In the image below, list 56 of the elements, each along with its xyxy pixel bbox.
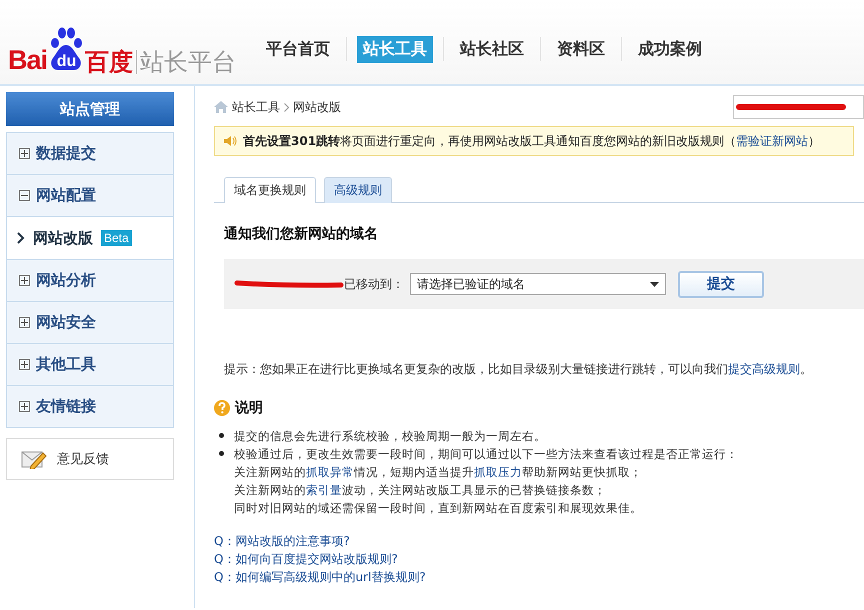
explanation-text: 提交的信息会先进行系统校验，校验周期一般为一周左右。 bbox=[234, 428, 546, 445]
beta-badge: Beta bbox=[101, 230, 132, 246]
chevron-icon bbox=[284, 102, 289, 112]
help-icon bbox=[214, 400, 230, 416]
breadcrumb-link[interactable]: 站长工具 bbox=[232, 98, 280, 116]
home-icon bbox=[214, 101, 228, 113]
expand-icon bbox=[19, 359, 30, 370]
logo-text: 百度 bbox=[85, 50, 134, 74]
explanation-text: 校验通过后，更改生效需要一段时间，期间可以通过以下一些方法来查看该过程是否正常运行： bbox=[234, 446, 738, 463]
verify-link[interactable]: 需验证新网站 bbox=[736, 134, 808, 148]
nav-tab[interactable]: 资料区 bbox=[551, 36, 612, 62]
moved-label: 已移动到： bbox=[344, 276, 404, 292]
section-title: 说明 bbox=[235, 399, 263, 417]
submit-button[interactable]: 提交 bbox=[678, 270, 764, 298]
speaker-icon bbox=[223, 135, 237, 147]
feedback-link[interactable]: 意见反馈 bbox=[6, 438, 174, 480]
domain-select[interactable]: 请选择已验证的域名 bbox=[410, 273, 666, 295]
sidebar-item[interactable]: 数据提交 bbox=[7, 132, 173, 174]
bullet-icon bbox=[219, 451, 224, 456]
sidebar-item[interactable]: 友情链接 bbox=[7, 385, 173, 427]
logo-text: Bai bbox=[8, 47, 48, 74]
dropdown-arrow-icon bbox=[650, 282, 659, 286]
expand-icon bbox=[19, 148, 30, 159]
sidebar-item[interactable]: 网站安全 bbox=[7, 301, 173, 343]
nav-tab[interactable]: 成功案例 bbox=[632, 36, 708, 62]
breadcrumb-link[interactable]: 网站改版 bbox=[293, 98, 341, 116]
nav-tab[interactable]: 站长社区 bbox=[454, 36, 530, 62]
tip-text: 提示：您如果正在进行比更换域名更复杂的改版，比如目录级别大量链接进行跳转，可以向我们提交高级规则。 bbox=[224, 361, 813, 378]
rule-tab[interactable]: 域名更换规则 bbox=[224, 177, 316, 203]
explanation-text: 关注新网站的索引量波动，关注网站改版工具显示的已替换链接条数； bbox=[234, 482, 607, 499]
rule-tab[interactable]: 高级规则 bbox=[324, 177, 392, 203]
sidebar-item[interactable]: 网站分析 bbox=[7, 259, 173, 301]
explanation-text: 同时对旧网站的域还需保留一段时间，直到新网站在百度索引和展现效果佳。 bbox=[234, 500, 643, 517]
faq-link[interactable]: Q：网站改版的注意事项? bbox=[214, 533, 350, 550]
site-field[interactable] bbox=[733, 95, 864, 119]
explanation-text: 关注新网站的抓取异常情况，短期内适当提升抓取压力 帮助新网站更快抓取； bbox=[234, 464, 643, 481]
form-heading: 通知我们您新网站的域名 bbox=[224, 225, 379, 243]
expand-icon bbox=[19, 275, 30, 286]
notice-text: 首先设置301跳转将页面进行重定向，再使用网站改版工具通知百度您网站的新旧改版规则（需验证新网站） bbox=[243, 132, 820, 150]
product-title: 站长平台 bbox=[136, 50, 236, 74]
envelope-pencil-icon bbox=[21, 449, 47, 469]
sidebar-item[interactable]: 网站配置 bbox=[7, 174, 173, 216]
sidebar-item[interactable]: 其他工具 bbox=[7, 343, 173, 385]
help-link[interactable]: 抓取异常 bbox=[306, 465, 354, 479]
nav-tab[interactable]: 平台首页 bbox=[260, 36, 336, 62]
sidebar-title: 站点管理 bbox=[6, 92, 174, 126]
faq-link[interactable]: Q：如何编写高级规则中的url替换规则? bbox=[214, 569, 426, 586]
help-link[interactable]: 抓取压力 bbox=[474, 465, 522, 479]
help-link[interactable]: 索引量 bbox=[306, 483, 342, 497]
collapse-icon bbox=[19, 190, 30, 201]
faq-link[interactable]: Q：如何向百度提交网站改版规则? bbox=[214, 551, 398, 568]
chevron-icon bbox=[17, 232, 25, 244]
advanced-rule-link[interactable]: 提交高级规则 bbox=[728, 362, 800, 376]
expand-icon bbox=[19, 401, 30, 412]
bullet-icon bbox=[219, 433, 224, 438]
expand-icon bbox=[19, 317, 30, 328]
